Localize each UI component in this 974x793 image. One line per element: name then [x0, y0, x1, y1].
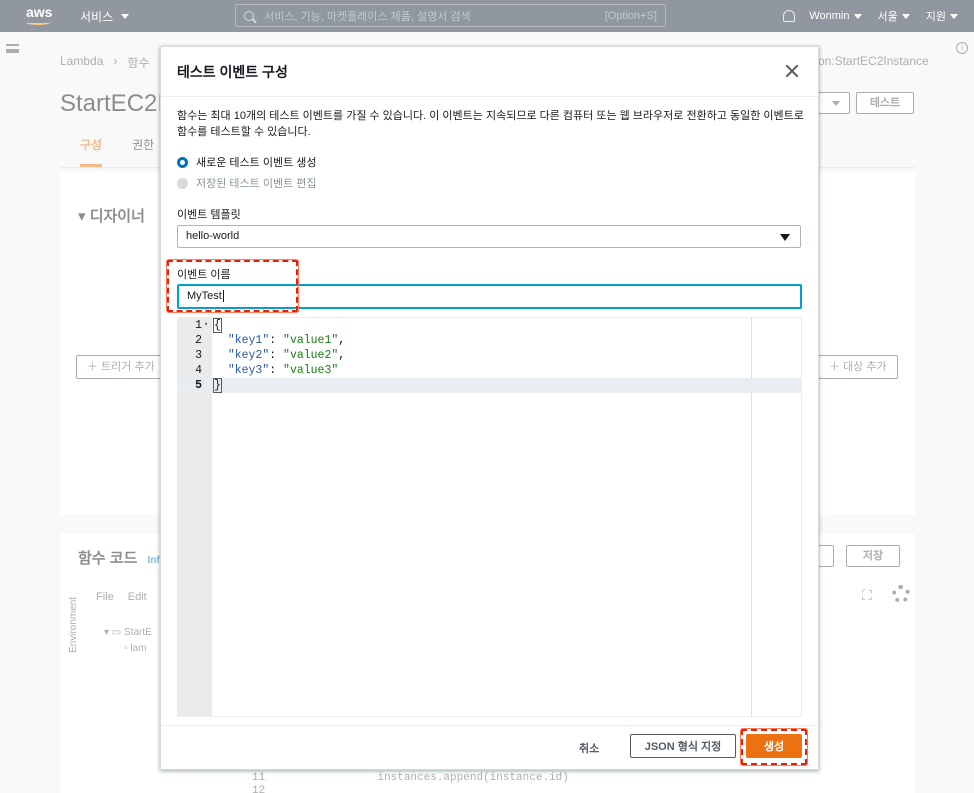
editor-line[interactable]: 4 "key3": "value3"	[178, 363, 801, 378]
cancel-button[interactable]: 취소	[579, 740, 599, 756]
text-cursor	[222, 290, 224, 303]
create-button[interactable]: 생성	[746, 734, 802, 758]
modal-title: 테스트 이벤트 구성	[177, 63, 288, 80]
json-editor[interactable]: 1 ▾ { 2 "key1": "value1", 3 "key2": "val…	[177, 317, 802, 717]
radio-edit-label: 저장된 테스트 이벤트 편집	[196, 178, 317, 190]
fold-icon[interactable]: ▾	[204, 318, 208, 333]
configure-test-event-dialog: 테스트 이벤트 구성 함수는 최대 10개의 테스트 이벤트를 가질 수 있습니…	[160, 46, 819, 770]
radio-create-label: 새로운 테스트 이벤트 생성	[196, 157, 317, 169]
event-template-select[interactable]: hello-world	[177, 225, 801, 248]
modal-footer: 취소 JSON 형식 지정 생성	[161, 725, 818, 769]
radio-disabled-icon[interactable]	[177, 177, 188, 189]
template-label: 이벤트 템플릿	[177, 209, 241, 221]
close-icon[interactable]	[784, 63, 800, 79]
radio-create-new[interactable]: 새로운 테스트 이벤트 생성	[177, 154, 317, 170]
format-json-button[interactable]: JSON 형식 지정	[630, 734, 736, 758]
event-name-input[interactable]: MyTest	[177, 284, 802, 309]
editor-line[interactable]: 2 "key1": "value1",	[178, 333, 801, 348]
modal-description: 함수는 최대 10개의 테스트 이벤트를 가질 수 있습니다. 이 이벤트는 지…	[177, 110, 804, 138]
radio-selected-icon[interactable]	[177, 156, 188, 168]
caret-down-icon	[780, 234, 790, 241]
event-name-label: 이벤트 이름	[177, 269, 231, 281]
editor-line-active[interactable]: 5 }	[178, 378, 801, 393]
modal-header: 테스트 이벤트 구성	[161, 47, 818, 97]
editor-line[interactable]: 3 "key2": "value2",	[178, 348, 801, 363]
radio-edit-saved[interactable]: 저장된 테스트 이벤트 편집	[177, 175, 317, 191]
editor-line[interactable]: 1 ▾ {	[178, 318, 801, 333]
